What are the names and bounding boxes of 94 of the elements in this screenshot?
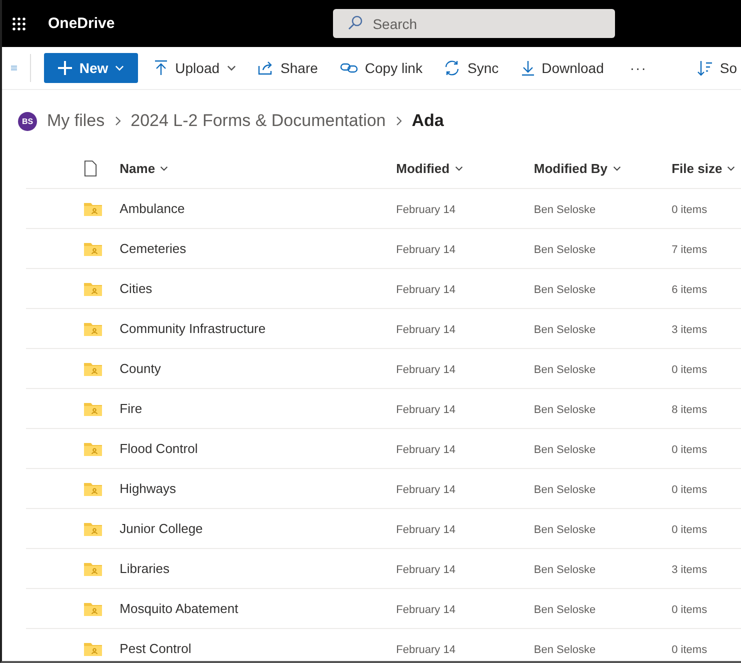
toolbar-button[interactable]: Upload <box>144 53 246 83</box>
table-cell: February 14 <box>396 204 456 216</box>
column-header[interactable]: File size <box>672 160 736 176</box>
folder-name[interactable]: Cities <box>120 280 152 296</box>
table-cell: 7 items <box>672 244 708 256</box>
folder-name[interactable]: Fire <box>120 400 142 416</box>
column-header[interactable]: Name <box>120 160 168 176</box>
shared-folder-icon <box>84 522 102 536</box>
shared-folder-icon <box>84 642 102 656</box>
breadcrumb-link[interactable]: My files <box>47 111 105 131</box>
table-cell: Ben Seloske <box>534 324 596 336</box>
folder-name[interactable]: Flood Control <box>120 440 198 456</box>
shared-folder-icon <box>84 602 102 616</box>
caret-icon <box>612 166 621 170</box>
table-cell: 6 items <box>672 284 708 296</box>
table-cell: Ben Seloske <box>534 644 596 656</box>
share-icon <box>258 61 274 75</box>
table-cell: Ben Seloske <box>534 244 596 256</box>
caret-icon <box>160 166 168 170</box>
table-cell: February 14 <box>396 644 456 656</box>
shared-folder-icon <box>84 282 102 296</box>
plus-icon <box>58 61 72 75</box>
table-cell: February 14 <box>396 324 456 336</box>
user-avatar: BS <box>18 112 37 130</box>
toolbar-button[interactable]: Share <box>248 53 328 83</box>
table-cell: 0 items <box>672 204 708 216</box>
chevron-icon <box>396 116 402 126</box>
table-cell: Ben Seloske <box>534 524 596 536</box>
link-icon <box>340 62 358 74</box>
folder-name[interactable]: Cemeteries <box>120 240 186 256</box>
table-cell: February 14 <box>396 564 456 576</box>
table-cell: 3 items <box>672 564 708 576</box>
table-cell: 0 items <box>672 644 708 656</box>
table-cell: Ben Seloske <box>534 444 596 456</box>
file-type-icon <box>84 160 97 176</box>
toolbar-button[interactable]: New <box>44 53 138 83</box>
table-cell: 3 items <box>672 324 708 336</box>
download-icon <box>520 60 535 76</box>
table-cell: 0 items <box>672 604 708 616</box>
folder-name[interactable]: Pest Control <box>120 640 192 656</box>
folder-name[interactable]: Libraries <box>120 560 170 576</box>
folder-name[interactable]: Highways <box>120 480 176 496</box>
search-field[interactable]: Search <box>332 9 615 38</box>
table-cell: February 14 <box>396 604 456 616</box>
table-cell: Ben Seloske <box>534 404 596 416</box>
toolbar-button[interactable]: So <box>686 53 739 83</box>
table-cell: February 14 <box>396 244 456 256</box>
shared-folder-icon <box>84 562 102 576</box>
table-cell: February 14 <box>396 364 456 376</box>
table-cell: February 14 <box>396 484 456 496</box>
table-cell: 0 items <box>672 444 708 456</box>
folder-name[interactable]: Ambulance <box>120 200 185 216</box>
table-cell: Ben Seloske <box>534 604 596 616</box>
search-icon <box>346 15 363 31</box>
column-header[interactable]: Modified <box>396 160 463 176</box>
shared-folder-icon <box>84 442 102 456</box>
shared-folder-icon <box>84 402 102 416</box>
app-launcher-icon[interactable] <box>12 16 26 30</box>
table-cell: February 14 <box>396 524 456 536</box>
table-cell: 8 items <box>672 404 708 416</box>
shared-folder-icon <box>84 482 102 496</box>
caret-icon <box>454 166 463 170</box>
folder-name[interactable]: Mosquito Abatement <box>120 600 238 616</box>
table-cell: 0 items <box>672 484 708 496</box>
sync-icon <box>444 60 460 76</box>
toolbar-button[interactable]: Copy link <box>330 53 432 83</box>
folder-name[interactable]: Community Infrastructure <box>120 320 266 336</box>
breadcrumb-link[interactable]: 2024 L-2 Forms & Documentation <box>130 111 386 131</box>
shared-folder-icon <box>84 362 102 376</box>
sort-icon <box>696 60 713 76</box>
table-cell: February 14 <box>396 284 456 296</box>
shared-folder-icon <box>84 242 102 256</box>
toolbar-button[interactable]: Download <box>510 53 614 83</box>
table-cell: Ben Seloske <box>534 364 596 376</box>
table-cell: Ben Seloske <box>534 204 596 216</box>
table-cell: 0 items <box>672 524 708 536</box>
table-cell: 0 items <box>672 364 708 376</box>
folder-name[interactable]: Junior College <box>120 520 203 536</box>
chevron-icon <box>114 116 121 126</box>
app-name[interactable]: OneDrive <box>48 15 115 32</box>
toolbar-button[interactable]: ··· <box>620 53 657 83</box>
breadcrumb-link[interactable]: Ada <box>412 111 444 131</box>
table-cell: Ben Seloske <box>534 484 596 496</box>
upload-icon <box>154 60 168 76</box>
table-cell: Ben Seloske <box>534 284 596 296</box>
caret-icon <box>727 166 736 170</box>
table-cell: February 14 <box>396 404 456 416</box>
folder-name[interactable]: County <box>120 360 161 376</box>
table-cell: Ben Seloske <box>534 564 596 576</box>
shared-folder-icon <box>84 322 102 336</box>
shared-folder-icon <box>84 202 102 216</box>
table-cell: February 14 <box>396 444 456 456</box>
column-header[interactable]: Modified By <box>534 160 621 176</box>
toolbar-button[interactable]: Sync <box>434 53 509 83</box>
